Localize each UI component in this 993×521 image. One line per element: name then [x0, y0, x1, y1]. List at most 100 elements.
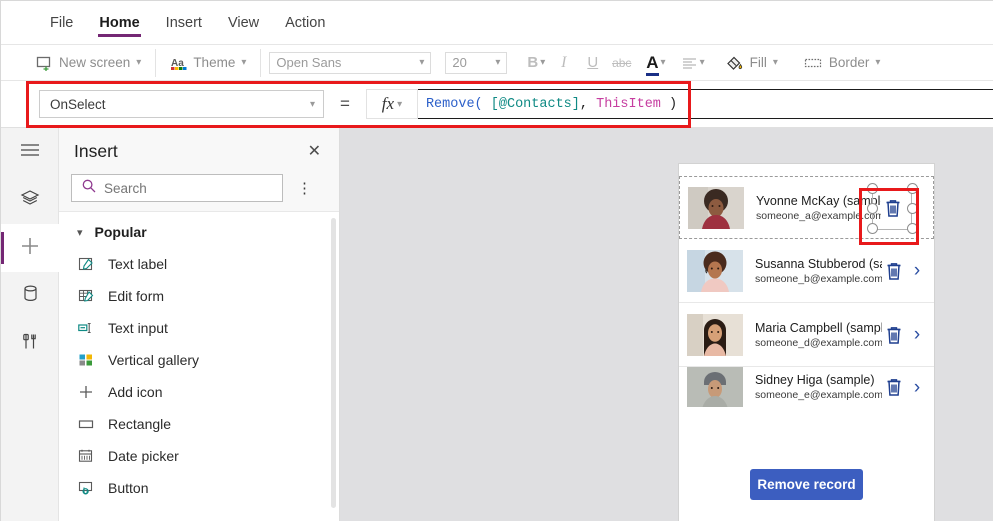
chevron-right-icon[interactable]: › — [906, 260, 928, 282]
menu-tab-view[interactable]: View — [215, 1, 272, 45]
edit-form-icon — [77, 288, 95, 304]
bold-label: B — [527, 54, 539, 71]
contact-name: Sidney Higa (sample) — [755, 373, 875, 387]
font-family-select[interactable]: Open Sans ▾ — [269, 51, 432, 74]
more-options-icon[interactable]: ⋮ — [289, 177, 321, 199]
insert-item-vertical-gallery[interactable]: Vertical gallery — [59, 344, 339, 376]
theme-button[interactable]: Aa Theme ▾ — [165, 52, 251, 74]
panel-scrollbar[interactable] — [331, 218, 336, 508]
insert-panel-body: ▾ Popular Text label Edit form Text inpu… — [59, 212, 339, 521]
insert-item-edit-form[interactable]: Edit form — [59, 280, 339, 312]
delete-icon[interactable] — [882, 377, 906, 397]
search-box[interactable] — [71, 174, 283, 202]
new-screen-button[interactable]: New screen ▾ — [31, 52, 146, 74]
chevron-down-icon: ▾ — [136, 57, 142, 68]
contact-email: someone_b@example.com — [755, 272, 882, 285]
tree-view-icon — [20, 189, 40, 212]
font-size-value: 20 — [452, 55, 467, 70]
remove-record-button[interactable]: Remove record — [750, 469, 863, 500]
app-screen: Yvonne McKay (sample) someone_a@example.… — [678, 163, 935, 521]
formula-token-space — [483, 97, 491, 112]
formula-bar: OnSelect ▾ = fx ▾ Remove( [@Contacts] , … — [1, 81, 993, 128]
font-size-select[interactable]: 20 ▾ — [445, 51, 508, 74]
insert-item-date-picker[interactable]: Date picker — [59, 440, 339, 472]
menu-tab-home[interactable]: Home — [86, 1, 152, 45]
selection-handle-bottom-right[interactable] — [907, 222, 918, 234]
contact-email: someone_a@example.com — [756, 209, 881, 222]
home-ribbon-toolbar: New screen ▾ Aa Theme ▾ Open Sans ▾ 20 ▾… — [1, 45, 993, 81]
delete-icon[interactable] — [882, 261, 906, 281]
fill-button[interactable]: Fill ▾ — [720, 51, 783, 75]
selection-handle-bottom-left[interactable] — [867, 222, 878, 234]
add-icon — [77, 384, 95, 400]
insert-item-add-icon[interactable]: Add icon — [59, 376, 339, 408]
insert-item-label: Edit form — [108, 288, 165, 304]
menu-tab-insert[interactable]: Insert — [153, 1, 215, 45]
close-icon[interactable]: ✕ — [302, 139, 327, 163]
insert-group-label: Popular — [94, 224, 147, 240]
chevron-down-icon: ▾ — [309, 98, 315, 110]
rail-item-data[interactable] — [1, 272, 59, 320]
chevron-down-icon: ▾ — [77, 226, 83, 239]
formula-input[interactable]: Remove( [@Contacts] , ThisItem ) — [417, 89, 993, 119]
selection-handle-middle-right[interactable] — [907, 202, 918, 214]
formula-token-comma: , — [579, 96, 597, 112]
gallery-row-text: Sidney Higa (sample) someone_e@example.c… — [743, 373, 882, 401]
chevron-right-icon[interactable]: › — [906, 324, 928, 346]
insert-item-label: Vertical gallery — [108, 352, 200, 368]
strikethrough-button[interactable]: abc — [608, 49, 635, 76]
equals-sign: = — [340, 94, 350, 113]
chevron-down-icon: ▾ — [241, 57, 247, 68]
rail-item-tree-view[interactable] — [1, 176, 59, 224]
menu-tab-action[interactable]: Action — [272, 1, 338, 45]
insert-item-text-label[interactable]: Text label — [59, 248, 339, 280]
selection-handle-top-right[interactable] — [907, 182, 918, 194]
font-color-button[interactable]: A ▾ — [643, 49, 668, 76]
chevron-right-icon[interactable]: › — [906, 377, 928, 399]
text-label-icon — [77, 256, 95, 272]
text-input-icon — [77, 320, 95, 336]
delete-icon[interactable] — [867, 182, 918, 234]
border-button[interactable]: Border ▾ — [799, 52, 886, 73]
date-picker-icon — [77, 448, 95, 464]
property-select[interactable]: OnSelect ▾ — [39, 90, 324, 118]
italic-button[interactable]: I — [550, 49, 577, 76]
underline-button[interactable]: U — [579, 49, 606, 76]
fx-label: fx — [381, 94, 395, 113]
align-button[interactable]: ▾ — [679, 49, 708, 76]
selection-handle-top-left[interactable] — [867, 182, 878, 194]
gallery-row-text: Yvonne McKay (sample) someone_a@example.… — [744, 194, 881, 222]
chevron-down-icon: ▾ — [772, 57, 778, 68]
contact-name: Susanna Stubberod (sample) — [755, 256, 882, 271]
chevron-down-icon: ▾ — [419, 57, 425, 68]
formula-token-datasource: [@Contacts] — [490, 96, 580, 112]
formula-token-closeparen: ) — [660, 96, 678, 112]
contact-name: Maria Campbell (sample) — [755, 320, 882, 335]
toolbar-divider — [260, 48, 262, 77]
bold-button[interactable]: B ▾ — [524, 49, 548, 76]
insert-panel-title: Insert — [74, 140, 118, 161]
strikethrough-label: abc — [612, 55, 632, 70]
gallery-row[interactable]: Yvonne McKay (sample) someone_a@example.… — [679, 176, 934, 239]
insert-item-button[interactable]: Button — [59, 472, 339, 504]
search-input[interactable] — [104, 180, 282, 196]
gallery-row[interactable]: Susanna Stubberod (sample) someone_b@exa… — [679, 239, 934, 303]
rail-item-insert[interactable] — [1, 224, 59, 272]
gallery-row[interactable]: Sidney Higa (sample) someone_e@example.c… — [679, 367, 934, 407]
selection-handle-middle-left[interactable] — [867, 202, 878, 214]
gallery-row[interactable]: Maria Campbell (sample) someone_d@exampl… — [679, 303, 934, 367]
app-canvas: Yvonne McKay (sample) someone_a@example.… — [340, 128, 993, 521]
delete-icon[interactable] — [882, 325, 906, 345]
insert-item-label: Add icon — [108, 384, 163, 400]
fx-button[interactable]: fx ▾ — [365, 89, 418, 119]
fill-bucket-icon — [725, 54, 744, 72]
menu-tab-file[interactable]: File — [37, 1, 86, 45]
rail-item-hamburger[interactable] — [1, 128, 59, 176]
insert-group-popular[interactable]: ▾ Popular — [59, 216, 339, 248]
insert-item-text-input[interactable]: Text input — [59, 312, 339, 344]
rail-item-tools[interactable] — [1, 320, 59, 368]
border-label: Border — [828, 55, 870, 70]
insert-item-rectangle[interactable]: Rectangle — [59, 408, 339, 440]
new-screen-label: New screen — [59, 55, 131, 70]
insert-item-label: Text input — [108, 320, 168, 336]
